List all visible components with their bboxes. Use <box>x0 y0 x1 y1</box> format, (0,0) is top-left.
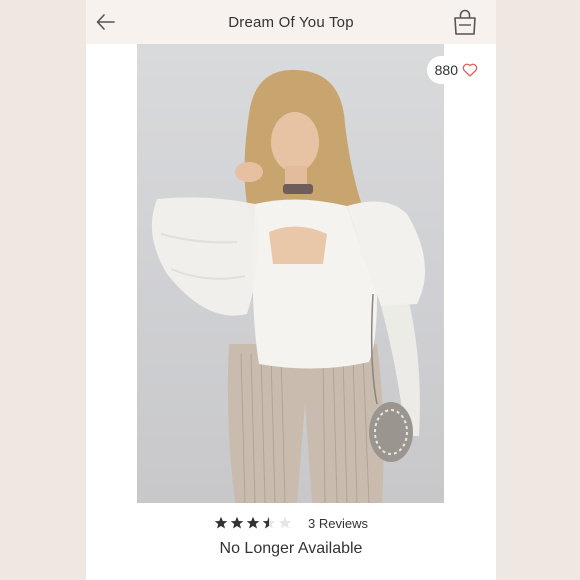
product-screen: Dream Of You Top 880 3 Reviews No Longer… <box>86 0 496 580</box>
like-count: 880 <box>434 62 458 78</box>
like-button[interactable]: 880 <box>426 56 486 84</box>
star-filled-icon <box>246 516 260 529</box>
star-filled-icon <box>214 516 228 529</box>
product-image[interactable] <box>137 44 444 503</box>
star-filled-icon <box>230 516 244 529</box>
shopping-bag-icon[interactable] <box>452 8 478 36</box>
header-bar: Dream Of You Top <box>86 0 496 44</box>
heart-outline-icon <box>462 63 478 77</box>
arrow-left-icon[interactable] <box>94 10 118 34</box>
right-backdrop <box>494 0 580 580</box>
left-backdrop <box>0 0 86 580</box>
availability-status: No Longer Available <box>219 540 363 557</box>
product-photo-illustration <box>151 69 425 503</box>
star-empty-icon <box>278 516 292 529</box>
reviews-link[interactable]: 3 Reviews <box>308 516 368 531</box>
rating-row: 3 Reviews <box>86 512 496 534</box>
star-rating <box>214 516 292 530</box>
star-half-icon <box>262 516 276 529</box>
page-title: Dream Of You Top <box>228 13 354 31</box>
